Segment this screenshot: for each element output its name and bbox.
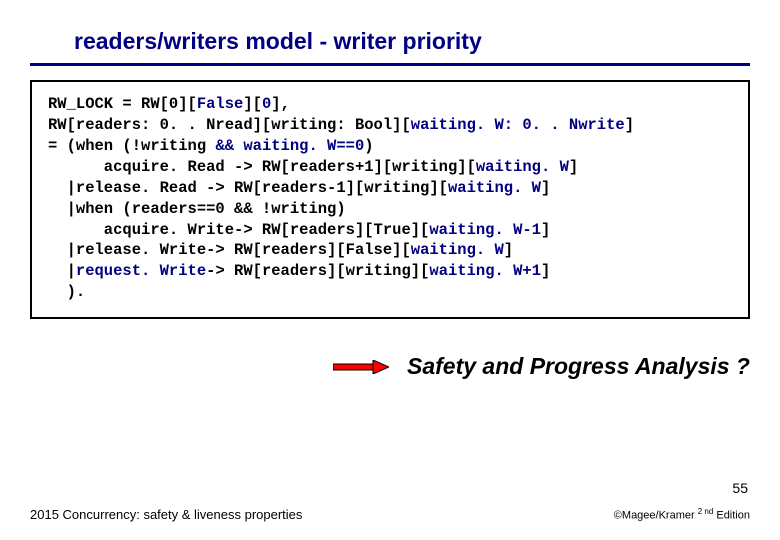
- code-line: |release. Write-> RW[readers][False][wai…: [48, 241, 513, 259]
- question-row: Safety and Progress Analysis ?: [0, 353, 750, 380]
- code-line: RW[readers: 0. . Nread][writing: Bool][w…: [48, 116, 634, 134]
- arrow-right-icon: [333, 360, 389, 374]
- footer-left: 2015 Concurrency: safety & liveness prop…: [30, 507, 302, 522]
- footer-right: ©Magee/Kramer 2 nd Edition: [614, 507, 750, 522]
- code-line: |when (readers==0 && !writing): [48, 200, 346, 218]
- question-text: Safety and Progress Analysis ?: [407, 353, 750, 380]
- code-line: |release. Read -> RW[readers-1][writing]…: [48, 179, 550, 197]
- code-block: RW_LOCK = RW[0][False][0], RW[readers: 0…: [30, 80, 750, 319]
- slide: readers/writers model - writer priority …: [0, 0, 780, 540]
- code-line: = (when (!writing && waiting. W==0): [48, 137, 374, 155]
- code-line: RW_LOCK = RW[0][False][0],: [48, 95, 290, 113]
- page-number: 55: [732, 480, 748, 496]
- slide-title: readers/writers model - writer priority: [30, 0, 750, 66]
- code-line: acquire. Write-> RW[readers][True][waiti…: [48, 221, 550, 239]
- code-line: acquire. Read -> RW[readers+1][writing][…: [48, 158, 578, 176]
- code-line: |request. Write-> RW[readers][writing][w…: [48, 262, 550, 280]
- code-line: ).: [48, 283, 85, 301]
